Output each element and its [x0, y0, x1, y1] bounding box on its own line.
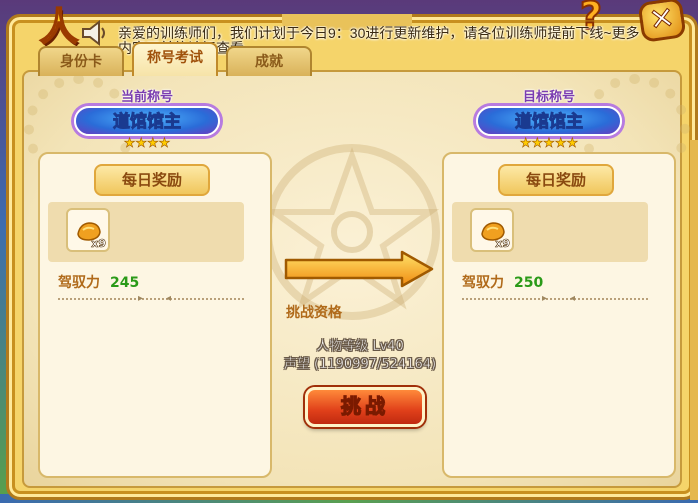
window-title-glyph: 人 [39, 3, 79, 50]
prestige-requirement: 声望 (1190997/524164) [283, 357, 437, 372]
divider-arrow-icon: ◂ [570, 293, 576, 304]
daily-reward-header: 每日奖励 [94, 164, 210, 196]
pokeball-emblem-icon [264, 144, 440, 320]
qualification-title: 挑战资格 [286, 305, 342, 321]
tab-title-exam[interactable]: 称号考试 [132, 42, 218, 76]
target-rank-label: 目标称号 [522, 90, 575, 105]
level-requirement: 人物等级 Lv40 [316, 339, 404, 354]
gold-nugget-icon[interactable]: x9 [470, 208, 514, 252]
gold-nugget-icon[interactable]: x9 [66, 208, 110, 252]
current-rank-stars: ★★★★ [123, 136, 171, 152]
target-rank-stars: ★★★★★ [519, 136, 579, 152]
current-rank-header: 当前称号 道馆馆主 ★★★★ [72, 86, 222, 152]
target-reward-card: 每日奖励 x9 驾驭力 250 ▸ ◂ [442, 152, 676, 478]
challenge-button[interactable]: 挑战 [305, 387, 425, 427]
control-power-stat: 驾驭力 245 [58, 272, 139, 292]
speaker-icon [82, 19, 105, 47]
divider-arrow-icon: ◂ [166, 293, 172, 304]
divider-arrow-icon: ▸ [542, 293, 548, 304]
reward-item-slot: x9 [48, 202, 244, 262]
stat-label: 驾驭力 [462, 275, 504, 291]
stat-value: 250 [514, 275, 544, 291]
reward-item-slot: x9 [452, 202, 648, 262]
divider-arrow-icon: ▸ [138, 293, 144, 304]
frame-edge [690, 140, 698, 500]
tab-achievements[interactable]: 成就 [226, 46, 312, 76]
stat-value: 245 [110, 275, 140, 291]
divider: ▸ ◂ [462, 293, 648, 304]
right-arrow-icon [284, 250, 434, 288]
current-reward-card: 每日奖励 x9 驾驭力 245 ▸ ◂ [38, 152, 272, 478]
current-rank-badge: 道馆馆主 [74, 106, 220, 136]
daily-reward-header: 每日奖励 [498, 164, 614, 196]
target-rank-badge: 道馆馆主 [476, 106, 622, 136]
tab-id-card[interactable]: 身份卡 [38, 46, 124, 76]
current-rank-label: 当前称号 [120, 90, 173, 105]
control-power-stat: 驾驭力 250 [462, 272, 543, 292]
stat-label: 驾驭力 [58, 275, 100, 291]
target-rank-header: 目标称号 道馆馆主 ★★★★★ [474, 86, 624, 152]
item-count: x9 [495, 237, 510, 251]
item-count: x9 [91, 237, 106, 251]
notice-line: 亲爱的训练师们，我们计划于今日9：30进行更新维护，请各位训练师提前下线~更多 [118, 26, 640, 41]
divider: ▸ ◂ [58, 293, 244, 304]
